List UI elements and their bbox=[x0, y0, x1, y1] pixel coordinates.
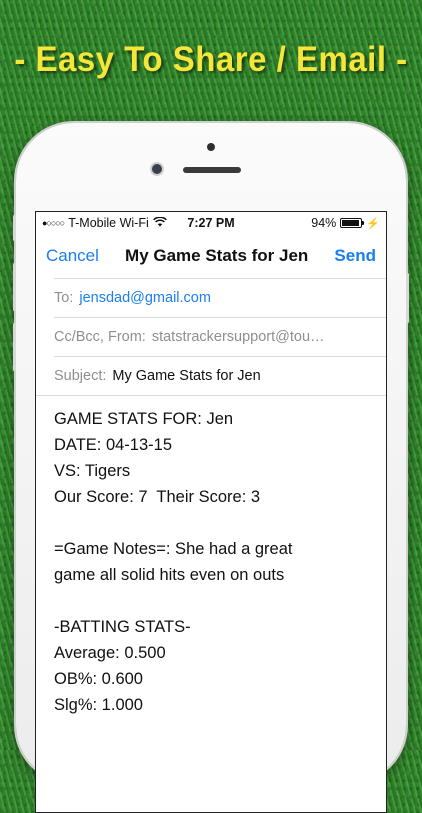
phone-screen: ●○○○○ T-Mobile Wi-Fi 7:27 PM 94% ⚡ Cance… bbox=[35, 211, 387, 813]
subject-field[interactable]: Subject: My Game Stats for Jen bbox=[54, 356, 386, 395]
proximity-sensor bbox=[207, 143, 215, 151]
body-line bbox=[54, 588, 374, 614]
cc-bcc-from-label: Cc/Bcc, From: bbox=[54, 329, 146, 345]
charging-bolt-icon: ⚡ bbox=[366, 217, 380, 230]
compose-title: My Game Stats for Jen bbox=[125, 246, 309, 265]
body-line: Average: 0.500 bbox=[54, 644, 166, 662]
to-field[interactable]: To: jensdad@gmail.com bbox=[54, 278, 386, 317]
message-body[interactable]: GAME STATS FOR: Jen DATE: 04-13-15 VS: T… bbox=[36, 395, 386, 718]
body-line: Slg%: 1.000 bbox=[54, 696, 143, 714]
signal-strength-icon: ●○○○○ bbox=[42, 218, 65, 228]
battery-percent: 94% bbox=[311, 216, 337, 230]
from-address[interactable]: statstrackersupport@tou… bbox=[152, 329, 325, 345]
to-recipient[interactable]: jensdad@gmail.com bbox=[79, 290, 211, 306]
battery-icon bbox=[340, 218, 365, 228]
status-bar: ●○○○○ T-Mobile Wi-Fi 7:27 PM 94% ⚡ bbox=[36, 212, 386, 234]
volume-down-button bbox=[13, 323, 16, 371]
promo-headline: - Easy To Share / Email - bbox=[14, 38, 408, 79]
earpiece-speaker bbox=[183, 167, 241, 173]
body-line: VS: Tigers bbox=[54, 462, 131, 480]
subject-label: Subject: bbox=[54, 368, 107, 384]
to-label: To: bbox=[54, 290, 74, 306]
body-line: Our Score: 7 Their Score: 3 bbox=[54, 488, 261, 506]
volume-up-button bbox=[13, 263, 16, 311]
power-button bbox=[406, 273, 409, 323]
wifi-icon bbox=[152, 216, 167, 230]
body-line: GAME STATS FOR: Jen bbox=[54, 410, 234, 428]
body-line: OB%: 0.600 bbox=[54, 670, 143, 688]
phone-frame: ●○○○○ T-Mobile Wi-Fi 7:27 PM 94% ⚡ Cance… bbox=[13, 123, 409, 813]
body-line bbox=[54, 510, 374, 536]
body-line: =Game Notes=: She had a great bbox=[54, 540, 293, 558]
cancel-button[interactable]: Cancel bbox=[46, 246, 99, 266]
subject-input[interactable]: My Game Stats for Jen bbox=[112, 368, 260, 384]
body-line: -BATTING STATS- bbox=[54, 618, 191, 636]
carrier-label: T-Mobile Wi-Fi bbox=[68, 216, 149, 230]
body-line: game all solid hits even on outs bbox=[54, 566, 285, 584]
send-button[interactable]: Send bbox=[334, 246, 376, 266]
body-line: DATE: 04-13-15 bbox=[54, 436, 172, 454]
cc-bcc-from-field[interactable]: Cc/Bcc, From: statstrackersupport@tou… bbox=[54, 317, 386, 356]
compose-nav-bar: Cancel My Game Stats for Jen Send bbox=[36, 234, 386, 278]
front-camera bbox=[152, 164, 162, 174]
mute-switch bbox=[13, 215, 16, 241]
